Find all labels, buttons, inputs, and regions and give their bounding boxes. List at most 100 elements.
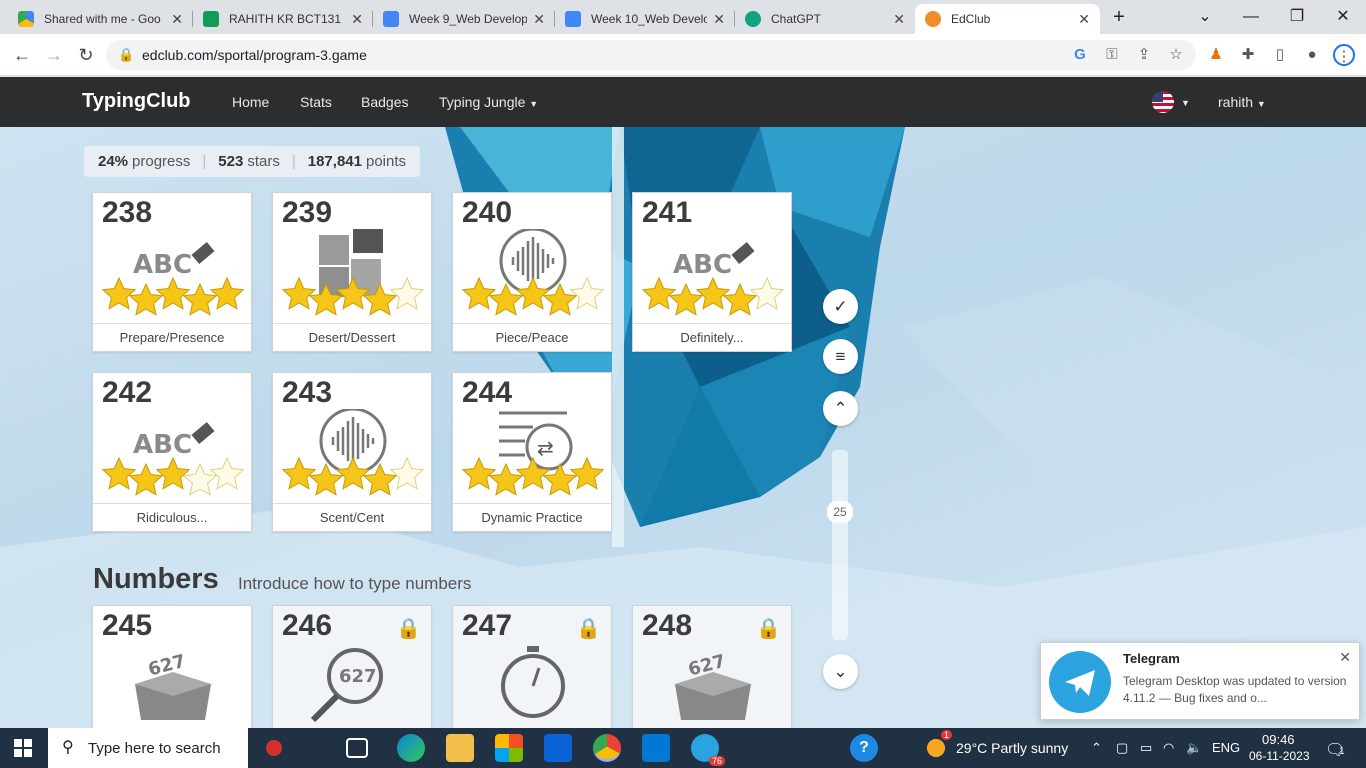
star-filled-icon: [281, 276, 317, 310]
lesson-card-240[interactable]: 240 Piece/Peace: [452, 192, 612, 352]
tab-week9[interactable]: Week 9_Web Develop ✕: [373, 4, 555, 34]
nav-badges[interactable]: Badges: [361, 94, 408, 110]
stars-graphic: [101, 456, 245, 496]
lesson-card-247[interactable]: 247 🔒: [452, 605, 612, 728]
nav-stats[interactable]: Stats: [300, 94, 332, 110]
meet-now-icon[interactable]: ▢: [1116, 740, 1128, 756]
caret-down-icon[interactable]: ▼: [1181, 98, 1190, 108]
scroll-up-icon[interactable]: ⌃: [823, 391, 858, 426]
telegram-notification[interactable]: Telegram Telegram Desktop was updated to…: [1040, 642, 1360, 720]
star-empty-icon: [182, 462, 218, 496]
star-rating: [101, 456, 245, 497]
windows-start-icon[interactable]: [14, 739, 32, 757]
tray-chevron-icon[interactable]: ⌃: [1091, 740, 1102, 756]
scroll-down-icon[interactable]: ⌄: [823, 654, 858, 689]
stars-count: 523: [218, 153, 244, 170]
close-tab-icon[interactable]: ✕: [893, 11, 905, 28]
edge-icon[interactable]: [397, 734, 425, 762]
check-circle-icon[interactable]: ✓: [823, 289, 858, 324]
user-menu[interactable]: rahith ▼: [1218, 94, 1266, 110]
level-slider-knob[interactable]: 25: [827, 501, 853, 523]
nav-typing-jungle-label: Typing Jungle: [439, 94, 526, 110]
chrome-menu-icon[interactable]: ⋮: [1333, 44, 1355, 66]
menu-list-icon[interactable]: ≡: [823, 339, 858, 374]
lesson-card-239[interactable]: 239 Desert/Dessert: [272, 192, 432, 352]
wifi-icon[interactable]: ◠: [1163, 740, 1174, 756]
close-icon[interactable]: ✕: [1339, 649, 1351, 666]
points-label: points: [365, 153, 407, 170]
star-filled-icon: [281, 456, 317, 490]
lesson-card-245[interactable]: 245 627: [92, 605, 252, 728]
close-tab-icon[interactable]: ✕: [713, 11, 725, 28]
help-icon[interactable]: ?: [850, 734, 878, 762]
extensions-puzzle-icon[interactable]: ✚: [1237, 44, 1259, 66]
star-rating: [641, 276, 785, 317]
volume-icon[interactable]: 🔈: [1186, 740, 1202, 756]
lesson-card-244[interactable]: 244 ⇄ Dynamic Practice: [452, 372, 612, 532]
mail-icon[interactable]: [544, 734, 572, 762]
tab-shared-with-me[interactable]: Shared with me - Goo ✕: [8, 4, 193, 34]
minimize-button[interactable]: —: [1228, 4, 1274, 30]
nav-typing-jungle[interactable]: Typing Jungle ▼: [439, 94, 538, 110]
lesson-label: Prepare/Presence: [93, 323, 251, 351]
language-indicator[interactable]: ENG: [1212, 740, 1240, 755]
nav-home[interactable]: Home: [232, 94, 269, 110]
telegram-taskbar-icon[interactable]: 76: [691, 734, 725, 766]
star-filled-icon: [362, 282, 398, 316]
tab-edclub[interactable]: EdClub ✕: [915, 4, 1100, 34]
lesson-card-241[interactable]: 241 ABC Definitely...: [632, 192, 792, 352]
us-flag-icon[interactable]: [1152, 91, 1174, 113]
forward-icon[interactable]: →: [41, 42, 67, 68]
close-tab-icon[interactable]: ✕: [1078, 11, 1090, 28]
lesson-card-243[interactable]: 243 Scent/Cent: [272, 372, 432, 532]
star-filled-icon: [128, 282, 164, 316]
level-slider-track[interactable]: [832, 450, 848, 640]
file-explorer-icon[interactable]: [446, 734, 474, 762]
cherries-widget-icon[interactable]: [260, 734, 288, 762]
lesson-card-242[interactable]: 242 ABC Ridiculous...: [92, 372, 252, 532]
lesson-card-248[interactable]: 248 🔒 627: [632, 605, 792, 728]
close-window-button[interactable]: ✕: [1320, 4, 1366, 30]
search-icon: ⚲: [62, 739, 74, 756]
close-tab-icon[interactable]: ✕: [533, 11, 545, 28]
reload-icon[interactable]: ↻: [73, 42, 99, 68]
tab-chatgpt[interactable]: ChatGPT ✕: [735, 4, 915, 34]
star-rating: [101, 276, 245, 317]
brand-logo[interactable]: TypingClub: [82, 90, 191, 113]
side-panel-icon[interactable]: ▯: [1269, 44, 1291, 66]
bookmark-star-icon[interactable]: ☆: [1165, 44, 1187, 66]
extension-icon[interactable]: ♟: [1205, 44, 1227, 66]
google-docs-icon: [383, 11, 399, 27]
lesson-label: Desert/Dessert: [273, 323, 431, 351]
weather-text[interactable]: 29°C Partly sunny: [956, 740, 1068, 756]
lesson-number: 242: [102, 376, 153, 409]
lesson-card-238[interactable]: 238 ABC Prepare/Presence: [92, 192, 252, 352]
star-rating: [461, 456, 605, 497]
close-tab-icon[interactable]: ✕: [171, 11, 183, 28]
weather-icon[interactable]: 1: [922, 730, 952, 762]
new-tab-button[interactable]: +: [1096, 4, 1142, 30]
tab-title: ChatGPT: [771, 12, 822, 26]
tab-search-icon[interactable]: ⌄: [1182, 4, 1228, 30]
clock-date[interactable]: 06-11-2023: [1249, 749, 1310, 763]
chrome-icon[interactable]: [593, 734, 621, 762]
tab-week10[interactable]: Week 10_Web Develo ✕: [555, 4, 735, 34]
back-icon[interactable]: ←: [9, 42, 35, 68]
task-view-icon[interactable]: [346, 738, 368, 758]
password-key-icon[interactable]: ⚿: [1101, 44, 1123, 66]
battery-icon[interactable]: ▭: [1140, 740, 1152, 756]
microsoft-store-icon[interactable]: [495, 734, 523, 762]
restore-button[interactable]: ❐: [1274, 4, 1320, 30]
tab-rahith-sheet[interactable]: RAHITH KR BCT131 : I ✕: [193, 4, 373, 34]
vscode-icon[interactable]: [642, 734, 670, 762]
taskbar-search-box[interactable]: ⚲ Type here to search: [48, 728, 248, 768]
profile-avatar-icon[interactable]: ●: [1301, 44, 1323, 66]
clock-time[interactable]: 09:46: [1262, 732, 1295, 747]
lesson-card-246[interactable]: 246 🔒 627: [272, 605, 432, 728]
address-bar[interactable]: 🔒 edclub.com/sportal/program-3.game: [106, 40, 1196, 70]
close-tab-icon[interactable]: ✕: [351, 11, 363, 28]
star-filled-icon: [209, 276, 245, 310]
google-lens-icon[interactable]: G: [1069, 44, 1091, 66]
star-filled-icon: [515, 276, 551, 310]
share-icon[interactable]: ⇪: [1133, 44, 1155, 66]
